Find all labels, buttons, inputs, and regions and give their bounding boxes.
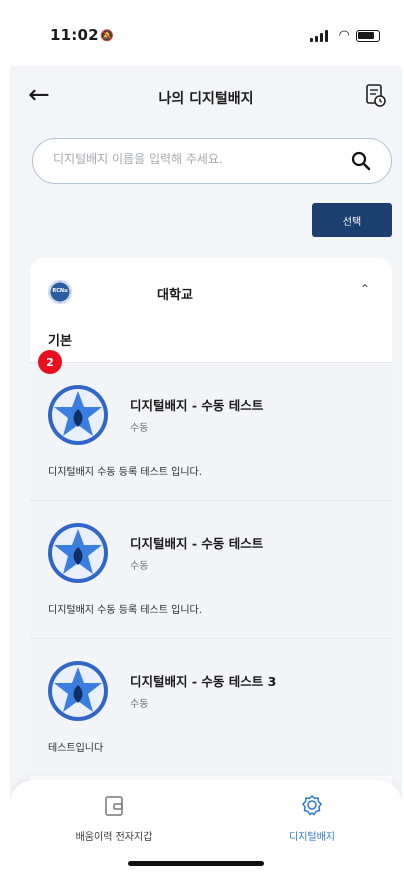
badge-type: 수동: [130, 561, 149, 572]
badge-list-item[interactable]: 디지털배지 - 수동 테스트 수동 디지털배지 수동 등록 테스트 입니다.: [30, 500, 392, 638]
digital-badge-icon: [48, 661, 108, 721]
bottom-navigation: 배움이력 전자지갑 디지털배지: [10, 780, 402, 874]
school-header[interactable]: RCNu 대학교 ⌃: [30, 258, 392, 320]
badge-list-item[interactable]: 디지털배지 - 수동 테스트 3 수동 테스트입니다: [30, 638, 392, 776]
badge-list-item[interactable]: 디지털배지 - 수동 테스트 수동 디지털배지 수동 등록 테스트 입니다.: [30, 362, 392, 500]
document-history-icon[interactable]: [366, 84, 386, 108]
badge-description: 디지털배지 수동 등록 테스트 입니다.: [48, 467, 202, 478]
nav-item-label: 디지털배지: [289, 832, 335, 843]
wifi-icon: ◠: [338, 28, 350, 43]
count-badge: 2: [38, 350, 62, 374]
badge-icon: [302, 794, 322, 816]
battery-icon: [356, 30, 380, 42]
app-header: ← 나의 디지털배지: [10, 70, 402, 124]
badge-group-card: RCNu 대학교 ⌃ 기본 디지털배지 - 수동 테스트 수동 디지털배지 수동…: [30, 258, 392, 818]
phone-screen: 11:02 🔕 ◠ ← 나의 디지털배지 선택 RCNu 대학교 ⌃: [10, 0, 402, 874]
nav-item-wallet[interactable]: 배움이력 전자지갑: [34, 794, 194, 850]
select-button[interactable]: 선택: [312, 203, 392, 237]
page-title: 나의 디지털배지: [158, 91, 254, 107]
badge-name: 디지털배지 - 수동 테스트: [130, 536, 264, 551]
chevron-up-icon[interactable]: ⌃: [360, 282, 370, 296]
wallet-icon: [105, 796, 123, 816]
search-bar: [32, 138, 392, 184]
cellular-signal-icon: [310, 30, 328, 42]
status-bar: 11:02 🔕 ◠: [10, 0, 402, 66]
digital-badge-icon: [48, 523, 108, 583]
nav-item-label: 배움이력 전자지갑: [75, 832, 153, 843]
badge-type: 수동: [130, 699, 149, 710]
badge-description: 디지털배지 수동 등록 테스트 입니다.: [48, 605, 202, 616]
badge-name: 디지털배지 - 수동 테스트 3: [130, 674, 277, 689]
search-input[interactable]: [53, 152, 343, 166]
school-name: 대학교: [157, 288, 193, 303]
status-time: 11:02: [50, 26, 99, 44]
badge-type: 수동: [130, 423, 149, 434]
nav-item-digital-badge[interactable]: 디지털배지: [232, 794, 392, 850]
search-icon[interactable]: [351, 151, 371, 171]
badge-name: 디지털배지 - 수동 테스트: [130, 398, 264, 413]
digital-badge-icon: [48, 385, 108, 445]
mute-bell-icon: 🔕: [100, 29, 114, 42]
badge-description: 테스트입니다: [48, 743, 104, 754]
section-title: 기본: [48, 334, 72, 349]
home-indicator: [128, 861, 264, 866]
